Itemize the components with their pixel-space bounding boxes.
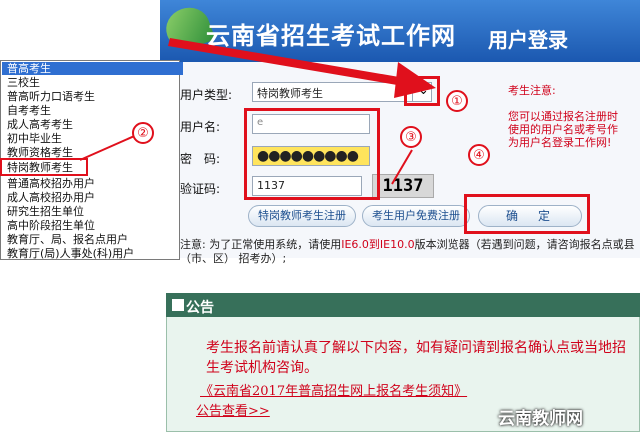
highlight-credentials — [244, 108, 380, 200]
arrow-line-3 — [391, 149, 413, 185]
step-marker-4: ④ — [468, 144, 490, 166]
highlight-teacher-option — [0, 158, 88, 176]
bulletin-more-link[interactable]: 公告查看>> — [196, 400, 270, 419]
bulletin-icon — [172, 299, 184, 311]
step-marker-1: ① — [446, 90, 468, 112]
step-marker-3: ③ — [400, 126, 422, 148]
step-marker-2: ② — [132, 122, 154, 144]
highlight-confirm — [464, 194, 590, 234]
bulletin-link[interactable]: 《云南省2017年普高招生网上报名考生须知》 — [200, 380, 467, 399]
bulletin-text: 考生报名前请认真了解以下内容，如有疑问请到报名确认点或当地招生考试机构咨询。 — [206, 340, 626, 376]
bulletin-title: 公告 — [186, 300, 214, 316]
bulletin-header — [166, 293, 640, 317]
arrow-shaft — [168, 38, 405, 86]
watermark: 云南教师网 — [498, 409, 583, 429]
highlight-select-arrow — [404, 76, 440, 106]
